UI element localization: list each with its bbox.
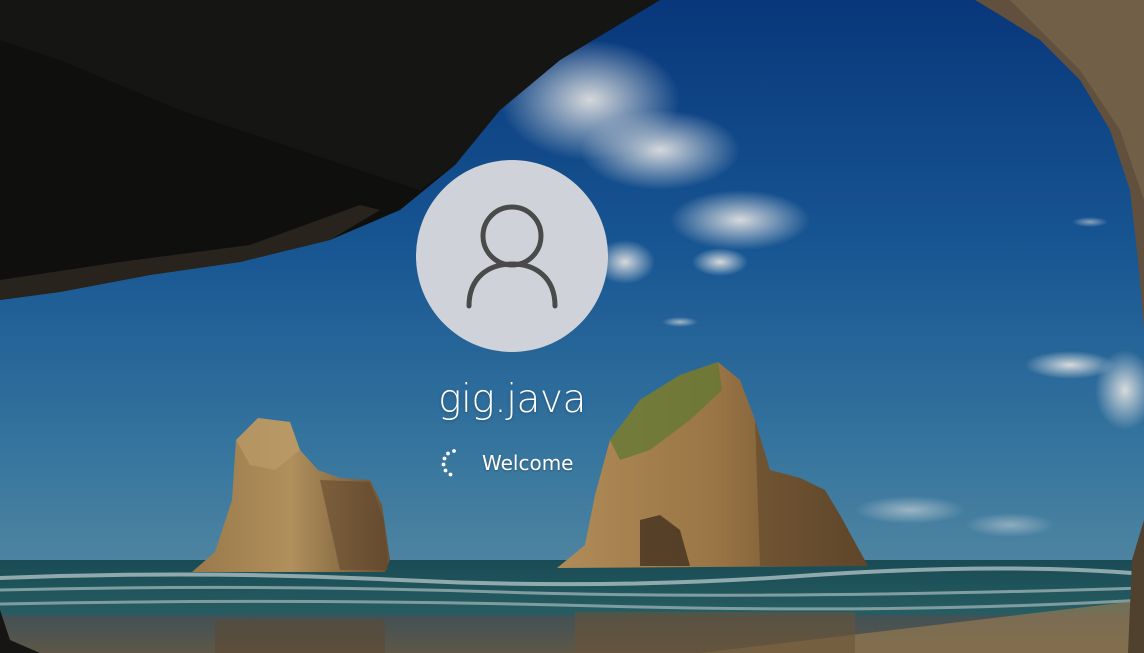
loading-spinner-icon [441,449,456,477]
lock-screen: gig.java Welcome [0,0,1144,653]
user-avatar [416,160,608,352]
status-text: Welcome [482,451,574,475]
login-status: Welcome [438,446,573,480]
username-label: gig.java [438,377,586,422]
user-icon [466,204,558,309]
